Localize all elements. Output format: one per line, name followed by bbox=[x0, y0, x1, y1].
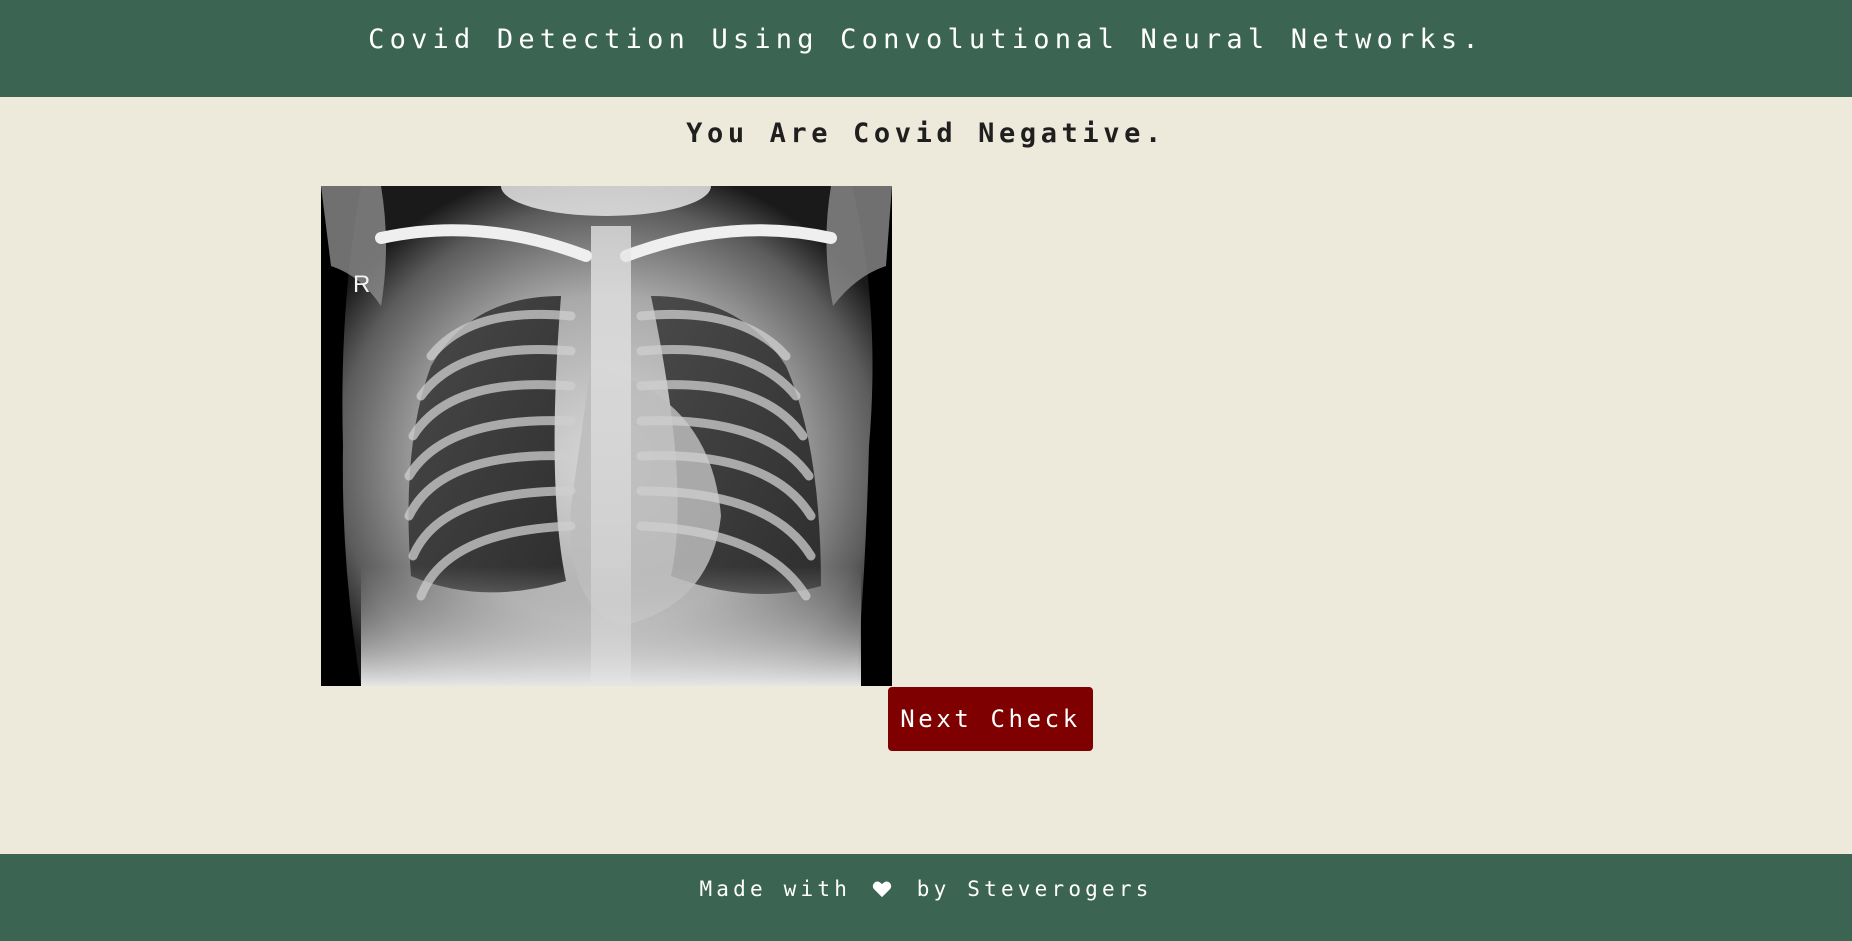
next-check-button[interactable]: Next Check bbox=[888, 687, 1093, 751]
xray-marker-label: R bbox=[353, 271, 370, 298]
heart-icon bbox=[872, 879, 892, 903]
app-title: Covid Detection Using Convolutional Neur… bbox=[368, 24, 1484, 55]
footer-credit: Made with by Steverogers bbox=[699, 854, 1152, 903]
xray-graphic: R bbox=[321, 186, 892, 686]
chest-xray-image: R bbox=[321, 186, 892, 686]
footer-author: by Steverogers bbox=[916, 877, 1153, 901]
header-bar: Covid Detection Using Convolutional Neur… bbox=[0, 0, 1852, 97]
result-title: You Are Covid Negative. bbox=[686, 118, 1166, 149]
footer-made-with: Made with bbox=[699, 877, 852, 901]
page: Covid Detection Using Convolutional Neur… bbox=[0, 0, 1852, 941]
footer-bar: Made with by Steverogers bbox=[0, 854, 1852, 941]
